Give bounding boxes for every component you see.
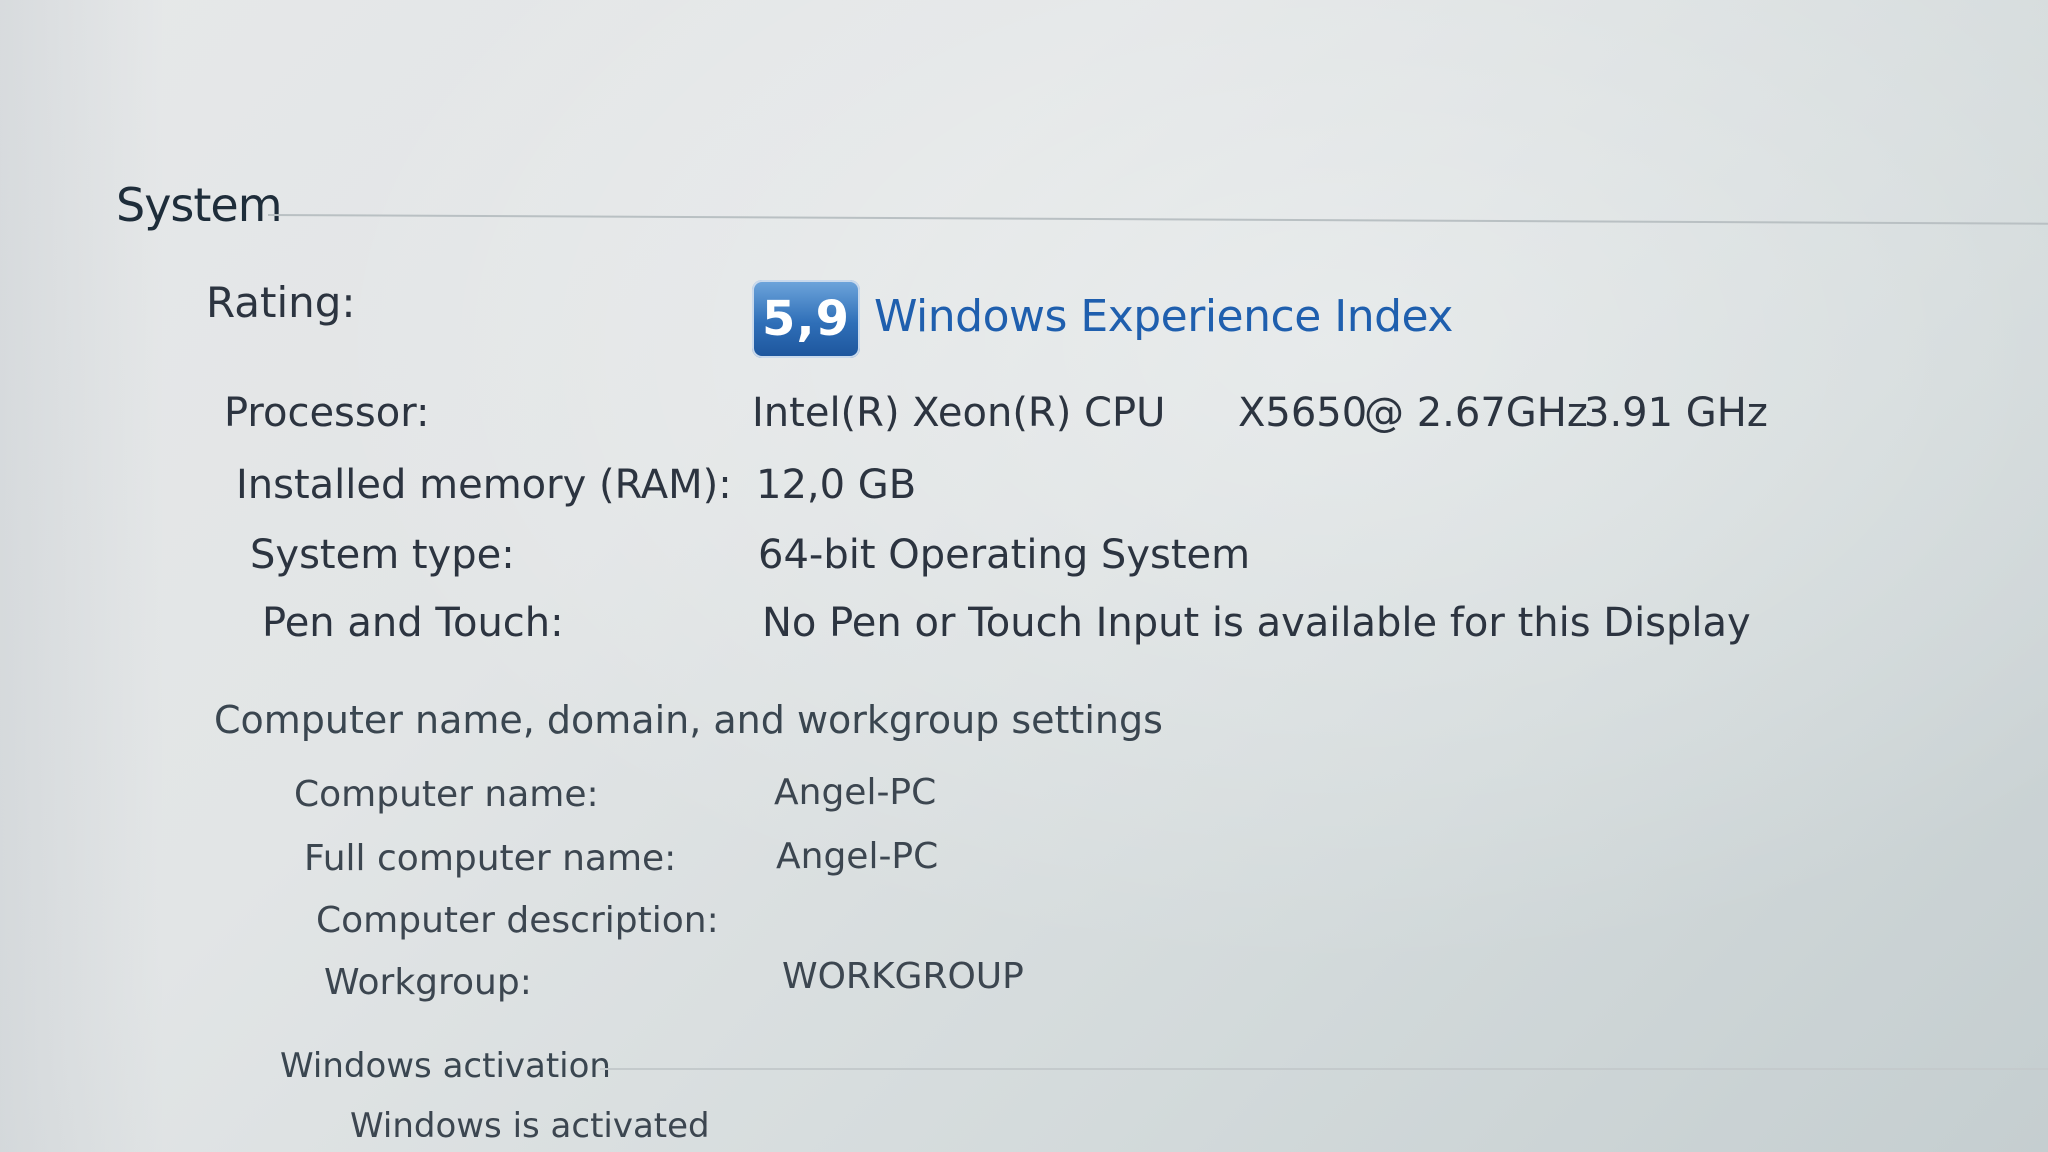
computer-name-value: Angel-PC <box>774 772 937 813</box>
processor-label: Processor: <box>224 390 430 436</box>
activation-status: Windows is activated <box>350 1106 710 1146</box>
rating-label: Rating: <box>206 278 356 327</box>
activation-divider <box>600 1068 2048 1070</box>
workgroup-value: WORKGROUP <box>782 956 1024 997</box>
workgroup-label: Workgroup: <box>324 962 532 1003</box>
section-title: System <box>116 178 283 232</box>
system-type-value: 64-bit Operating System <box>758 532 1251 578</box>
activation-heading: Windows activation <box>280 1046 611 1086</box>
full-computer-name-label: Full computer name: <box>304 838 677 879</box>
full-computer-name-value: Angel-PC <box>776 836 939 877</box>
processor-model: X5650 <box>1238 390 1368 436</box>
section-divider <box>267 214 2048 225</box>
experience-index-badge[interactable]: 5,9 <box>752 280 860 358</box>
processor-clock: @ 2.67GHz <box>1364 390 1588 436</box>
pen-touch-label: Pen and Touch: <box>262 600 564 646</box>
computer-description-label: Computer description: <box>316 900 719 941</box>
memory-label: Installed memory (RAM): <box>236 462 732 508</box>
computer-settings-heading: Computer name, domain, and workgroup set… <box>214 698 1163 742</box>
windows-experience-index-link[interactable]: Windows Experience Index <box>874 291 1453 342</box>
pen-touch-value: No Pen or Touch Input is available for t… <box>762 600 1751 646</box>
processor-name: Intel(R) Xeon(R) CPU <box>752 390 1166 436</box>
system-type-label: System type: <box>250 532 515 578</box>
processor-speed: 3.91 GHz <box>1584 390 1768 436</box>
computer-name-label: Computer name: <box>294 774 599 815</box>
memory-value: 12,0 GB <box>756 462 917 508</box>
